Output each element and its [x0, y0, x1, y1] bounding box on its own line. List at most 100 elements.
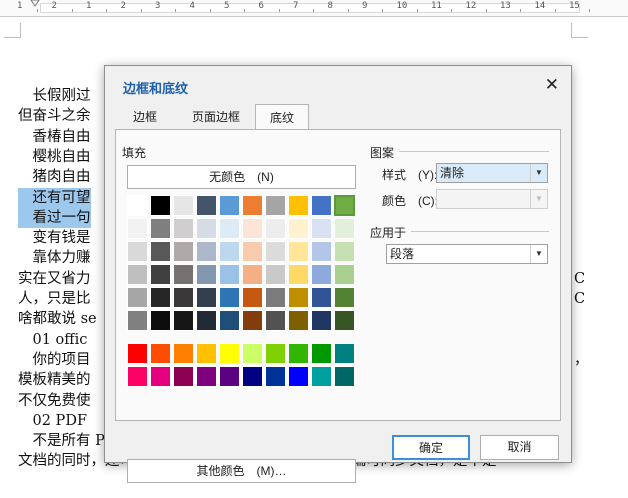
- cancel-button[interactable]: 取消: [480, 435, 559, 460]
- color-swatch[interactable]: [219, 195, 240, 216]
- document-line[interactable]: 还有可望: [18, 187, 91, 208]
- color-swatch[interactable]: [127, 310, 148, 331]
- color-swatch[interactable]: [334, 195, 355, 216]
- color-swatch[interactable]: [242, 264, 263, 285]
- tab-borders[interactable]: 边框: [119, 104, 171, 130]
- color-swatch[interactable]: [196, 366, 217, 387]
- close-icon[interactable]: ✕: [545, 75, 559, 95]
- color-swatch[interactable]: [288, 195, 309, 216]
- color-swatch[interactable]: [334, 310, 355, 331]
- document-line[interactable]: 看过一句: [18, 207, 91, 228]
- color-swatch[interactable]: [311, 218, 332, 239]
- color-swatch[interactable]: [288, 366, 309, 387]
- document-line[interactable]: 02 PDF: [18, 411, 87, 431]
- color-swatch[interactable]: [265, 310, 286, 331]
- more-colors-button[interactable]: 其他颜色 (M)…: [127, 459, 356, 483]
- color-swatch[interactable]: [127, 218, 148, 239]
- color-swatch[interactable]: [150, 241, 171, 262]
- document-line[interactable]: 变有钱是: [18, 228, 90, 248]
- document-line[interactable]: 猪肉自由: [18, 167, 90, 187]
- color-swatch[interactable]: [196, 287, 217, 308]
- color-swatch[interactable]: [288, 287, 309, 308]
- pattern-color-select[interactable]: ▼: [436, 189, 548, 209]
- color-swatch[interactable]: [127, 343, 148, 364]
- color-swatch[interactable]: [288, 343, 309, 364]
- color-swatch[interactable]: [334, 366, 355, 387]
- color-swatch[interactable]: [150, 264, 171, 285]
- color-swatch[interactable]: [150, 366, 171, 387]
- color-swatch[interactable]: [265, 287, 286, 308]
- color-swatch[interactable]: [288, 241, 309, 262]
- color-swatch[interactable]: [242, 366, 263, 387]
- color-swatch[interactable]: [311, 343, 332, 364]
- document-line[interactable]: 实在又省力: [18, 269, 91, 289]
- color-swatch[interactable]: [196, 195, 217, 216]
- color-swatch[interactable]: [311, 241, 332, 262]
- color-swatch[interactable]: [150, 287, 171, 308]
- document-line[interactable]: 但奋斗之余: [18, 106, 91, 126]
- color-swatch[interactable]: [265, 343, 286, 364]
- color-swatch[interactable]: [242, 195, 263, 216]
- color-swatch[interactable]: [127, 241, 148, 262]
- color-swatch[interactable]: [334, 343, 355, 364]
- horizontal-ruler[interactable]: 1 2 1 2 3 4 5 6 7 8 9 10 11 12 13 14 15: [0, 0, 628, 17]
- color-swatch[interactable]: [127, 264, 148, 285]
- color-swatch[interactable]: [196, 310, 217, 331]
- color-swatch[interactable]: [288, 218, 309, 239]
- document-line[interactable]: 模板精美的: [18, 370, 91, 390]
- color-swatch[interactable]: [265, 218, 286, 239]
- color-swatch[interactable]: [127, 366, 148, 387]
- color-swatch[interactable]: [334, 264, 355, 285]
- color-swatch[interactable]: [219, 366, 240, 387]
- document-line[interactable]: 01 offic: [18, 330, 87, 350]
- tab-shading[interactable]: 底纹: [255, 104, 309, 130]
- color-swatch[interactable]: [150, 343, 171, 364]
- no-color-button[interactable]: 无颜色 (N): [127, 165, 356, 189]
- color-swatch[interactable]: [311, 195, 332, 216]
- color-swatch[interactable]: [196, 241, 217, 262]
- document-line[interactable]: 你的项目: [18, 350, 90, 370]
- style-select[interactable]: 清除 ▼: [436, 163, 548, 183]
- color-swatch[interactable]: [265, 195, 286, 216]
- document-line[interactable]: 靠体力赚: [18, 248, 90, 268]
- color-swatch[interactable]: [242, 310, 263, 331]
- color-swatch[interactable]: [196, 218, 217, 239]
- color-swatch[interactable]: [127, 195, 148, 216]
- color-swatch[interactable]: [265, 241, 286, 262]
- color-swatch[interactable]: [150, 218, 171, 239]
- color-swatch[interactable]: [173, 287, 194, 308]
- document-line[interactable]: 长假刚过: [18, 86, 90, 106]
- color-swatch[interactable]: [242, 343, 263, 364]
- color-swatch[interactable]: [173, 310, 194, 331]
- tab-page-border[interactable]: 页面边框: [175, 104, 257, 130]
- document-line[interactable]: 人，只是比: [18, 289, 91, 309]
- color-swatch[interactable]: [242, 287, 263, 308]
- ok-button[interactable]: 确定: [392, 435, 470, 460]
- color-swatch[interactable]: [288, 264, 309, 285]
- color-swatch[interactable]: [173, 264, 194, 285]
- color-swatch[interactable]: [311, 310, 332, 331]
- color-swatch[interactable]: [127, 287, 148, 308]
- color-swatch[interactable]: [196, 264, 217, 285]
- color-swatch[interactable]: [219, 218, 240, 239]
- color-swatch[interactable]: [288, 310, 309, 331]
- color-swatch[interactable]: [150, 310, 171, 331]
- color-swatch[interactable]: [219, 310, 240, 331]
- color-swatch[interactable]: [173, 218, 194, 239]
- color-swatch[interactable]: [242, 218, 263, 239]
- color-swatch[interactable]: [242, 241, 263, 262]
- indent-marker-icon[interactable]: [30, 0, 40, 8]
- color-swatch[interactable]: [311, 366, 332, 387]
- color-swatch[interactable]: [150, 195, 171, 216]
- document-line[interactable]: 不仅免费使: [18, 391, 91, 411]
- apply-to-select[interactable]: 段落 ▼: [386, 244, 548, 264]
- color-swatch[interactable]: [311, 287, 332, 308]
- color-swatch[interactable]: [173, 366, 194, 387]
- document-line[interactable]: 啥都敢说 se: [18, 309, 97, 329]
- color-swatch[interactable]: [265, 264, 286, 285]
- color-swatch[interactable]: [311, 264, 332, 285]
- color-swatch[interactable]: [219, 343, 240, 364]
- color-swatch[interactable]: [334, 218, 355, 239]
- document-line[interactable]: 樱桃自由: [18, 147, 90, 167]
- color-swatch[interactable]: [265, 366, 286, 387]
